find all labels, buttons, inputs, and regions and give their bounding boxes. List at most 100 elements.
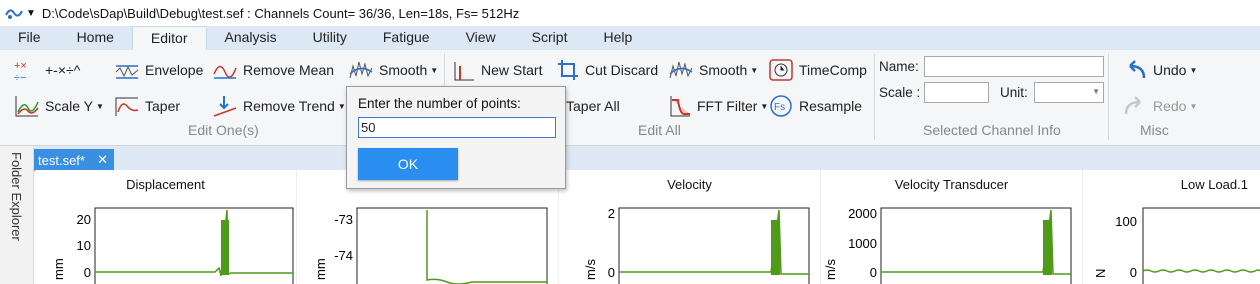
signal-line — [1142, 269, 1260, 273]
y-tick: 1000 — [848, 236, 877, 251]
chevron-down-icon: ▼ — [1092, 87, 1100, 96]
resample-button[interactable]: Fs Resample — [768, 94, 862, 118]
y-tick: 0 — [870, 265, 877, 280]
ribbon: +× ÷− +-×÷^ Scale Y ▼ Envelope Taper Remov… — [0, 50, 1260, 146]
quick-access-dropdown-icon[interactable]: ▼ — [26, 8, 36, 19]
remove-mean-icon — [213, 65, 237, 79]
y-axis-label: mm — [51, 258, 66, 280]
cut-discard-button[interactable]: Cut Discard — [556, 58, 658, 82]
fft-filter-icon — [670, 96, 690, 117]
unit-label: Unit: — [1000, 84, 1028, 100]
folder-explorer-label: Folder Explorer — [9, 152, 24, 241]
y-axis-label: m/s — [583, 259, 598, 280]
y-tick: 100 — [1115, 214, 1137, 229]
menu-help[interactable]: Help — [585, 26, 650, 50]
document-tab-label: test.sef* — [38, 152, 85, 168]
resample-icon: Fs — [770, 95, 792, 117]
chevron-down-icon: ▼ — [337, 101, 346, 111]
ribbon-separator — [874, 54, 875, 140]
signal-burst — [771, 220, 780, 275]
fft-filter-button[interactable]: FFT Filter ▼ — [668, 94, 768, 118]
smooth-icon — [349, 61, 373, 79]
chevron-down-icon: ▼ — [750, 65, 759, 75]
signal-line — [881, 209, 1071, 275]
crop-icon — [558, 60, 578, 80]
y-tick: 0 — [608, 265, 615, 280]
group-edit-all: Edit All — [638, 122, 681, 138]
scale-y-icon — [15, 96, 39, 117]
menu-script[interactable]: Script — [514, 26, 586, 50]
signal-burst — [221, 220, 229, 275]
group-channel-info: Selected Channel Info — [923, 122, 1061, 138]
menu-view[interactable]: View — [448, 26, 514, 50]
chevron-down-icon: ▼ — [430, 65, 439, 75]
y-axis-label: m/s — [823, 259, 838, 280]
menu-home[interactable]: Home — [59, 26, 132, 50]
chart-low-load-1[interactable]: Low Load.1 100 0 N — [1083, 170, 1260, 284]
timecomp-button[interactable]: TimeComp — [768, 58, 867, 82]
menu-fatigue[interactable]: Fatigue — [365, 26, 448, 50]
smooth-all-button[interactable]: Smooth ▼ — [668, 58, 758, 82]
channel-plots: Displacement 20 10 0 mm -73 -74 mm Veloc… — [35, 170, 1260, 284]
timecomp-icon — [769, 59, 793, 81]
channel-unit-select[interactable]: ▼ — [1034, 82, 1104, 103]
envelope-button[interactable]: Envelope — [114, 58, 203, 82]
envelope-icon — [115, 65, 139, 79]
signal-line — [426, 210, 547, 284]
arith-button[interactable]: +× ÷− +-×÷^ — [14, 58, 80, 82]
menu-editor[interactable]: Editor — [131, 26, 207, 50]
title-bar: ▼ D:\Code\sDap\Build\Debug\test.sef : Ch… — [0, 0, 1260, 26]
scale-y-button[interactable]: Scale Y ▼ — [14, 94, 104, 118]
signal-line — [619, 209, 809, 275]
menu-analysis[interactable]: Analysis — [207, 26, 295, 50]
remove-mean-button[interactable]: Remove Mean — [212, 58, 334, 82]
channel-name-field[interactable] — [924, 56, 1104, 77]
new-start-button[interactable]: New Start — [452, 58, 542, 82]
menu-file[interactable]: File — [0, 26, 59, 50]
chart-velocity-transducer[interactable]: Velocity Transducer 2000 1000 0 m/s — [821, 170, 1083, 284]
y-axis-label: mm — [313, 258, 328, 280]
dialog-prompt: Enter the number of points: — [358, 96, 521, 111]
svg-text:÷−: ÷− — [14, 72, 26, 82]
signal-line — [95, 209, 293, 277]
folder-explorer-panel[interactable]: Folder Explorer — [0, 146, 34, 284]
y-tick: 0 — [84, 265, 91, 280]
chevron-down-icon: ▼ — [1189, 101, 1198, 111]
chevron-down-icon: ▼ — [96, 101, 104, 111]
app-icon[interactable] — [4, 5, 24, 21]
y-tick: -73 — [334, 212, 353, 227]
remove-trend-button[interactable]: Remove Trend ▼ — [212, 94, 346, 118]
signal-burst — [1043, 220, 1052, 275]
group-edit-one: Edit One(s) — [188, 122, 259, 138]
svg-text:+×: +× — [14, 60, 27, 72]
chevron-down-icon: ▼ — [1189, 65, 1198, 75]
taper-all-button[interactable]: Taper All — [566, 94, 620, 118]
group-misc: Misc — [1140, 122, 1169, 138]
redo-button[interactable]: Redo ▼ — [1122, 94, 1197, 118]
ok-button[interactable]: OK — [358, 148, 458, 180]
taper-icon — [115, 97, 139, 116]
y-tick: 10 — [77, 238, 91, 253]
new-start-icon — [454, 62, 474, 81]
document-tab-bar — [0, 146, 1260, 170]
y-tick: 20 — [77, 212, 91, 227]
document-tab[interactable]: test.sef* ✕ — [34, 149, 114, 171]
points-input[interactable]: 50 — [358, 117, 556, 138]
ribbon-separator — [1108, 54, 1109, 140]
menu-bar: File Home Editor Analysis Utility Fatigu… — [0, 26, 1260, 50]
chart-velocity[interactable]: Velocity 2 0 m/s — [559, 170, 821, 284]
remove-trend-icon — [213, 96, 237, 117]
y-axis-label: N — [1093, 269, 1108, 278]
taper-button[interactable]: Taper — [114, 94, 180, 118]
name-label: Name: — [879, 58, 919, 74]
y-tick: 2000 — [848, 206, 877, 221]
arithmetic-icon: +×÷− — [14, 60, 27, 82]
chart-displacement[interactable]: Displacement 20 10 0 mm — [35, 170, 297, 284]
scale-label: Scale : — [879, 84, 921, 100]
menu-utility[interactable]: Utility — [295, 26, 365, 50]
undo-button[interactable]: Undo ▼ — [1122, 58, 1197, 82]
smooth-one-button[interactable]: Smooth ▼ — [348, 58, 438, 82]
close-icon[interactable]: ✕ — [97, 152, 108, 168]
y-tick: 2 — [608, 206, 615, 221]
channel-scale-field[interactable] — [924, 82, 989, 103]
